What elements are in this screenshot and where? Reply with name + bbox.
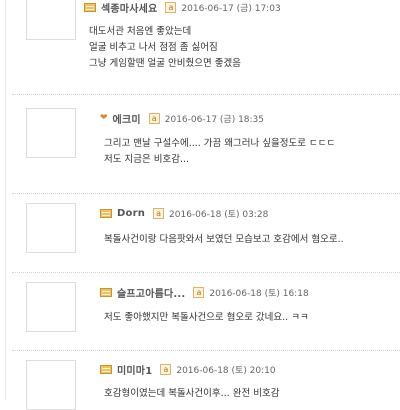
level-icon <box>100 208 112 218</box>
divider <box>12 193 400 194</box>
avatar[interactable] <box>26 0 76 40</box>
comment-text: 복돌사건이랑 다음팟와서 보였던 모습보고 호감에서 혐오로.. <box>104 234 344 245</box>
author-icon: a <box>165 1 177 13</box>
comment-meta: ❤ 에크미 a 2016-06-17 (금) 18:35 <box>100 111 265 126</box>
comment-meta: 슬프고아름다... a 2016-06-18 (토) 16:18 <box>100 285 309 300</box>
thread-line <box>0 0 12 400</box>
author-icon: a <box>153 207 165 219</box>
divider <box>12 272 400 273</box>
comment-date: 2016-06-17 (금) 17:03 <box>181 3 281 14</box>
author-icon: a <box>193 286 205 298</box>
level-icon <box>100 364 112 374</box>
nickname[interactable]: 미미마1 <box>117 362 152 377</box>
comment-text: 그리고 맨날 구설수에.... 가끔 왜그러나 싶을정도로 ㄷㄷㄷ 저도 지금은… <box>104 138 336 165</box>
level-icon <box>100 287 112 297</box>
divider <box>12 94 400 95</box>
comment-date: 2016-06-18 (토) 03:28 <box>169 209 269 220</box>
comment-meta: 미미마1 a 2016-06-18 (토) 20:10 <box>100 362 276 377</box>
divider <box>12 350 400 351</box>
comment-text: 저도 좋아했지만 복돌사건으로 혐오로 갔네요.. ㅋㅋ <box>104 312 309 323</box>
nickname[interactable]: Dorn <box>117 208 145 219</box>
comment-meta: 섹종마사세요 a 2016-06-17 (금) 17:03 <box>84 0 281 15</box>
author-icon: a <box>160 363 172 375</box>
comment-meta: Dorn a 2016-06-18 (토) 03:28 <box>100 206 268 220</box>
comment-date: 2016-06-18 (토) 16:18 <box>209 288 309 299</box>
comment-date: 2016-06-18 (토) 20:10 <box>176 365 276 376</box>
comment-text: 대도서관 처음엔 좋았는데 얼굴 비추고 나서 점점 좀 싫어짐 그냥 게임할땐… <box>89 26 241 69</box>
avatar[interactable] <box>26 360 76 410</box>
heart-level-icon: ❤ <box>100 112 108 123</box>
nickname[interactable]: 에크미 <box>113 111 141 126</box>
author-icon: a <box>148 112 160 124</box>
avatar[interactable] <box>26 282 76 332</box>
avatar[interactable] <box>26 108 76 158</box>
nickname[interactable]: 슬프고아름다... <box>117 285 185 300</box>
level-icon <box>84 2 96 12</box>
nickname[interactable]: 섹종마사세요 <box>101 0 157 15</box>
avatar[interactable] <box>26 203 76 253</box>
comment-date: 2016-06-17 (금) 18:35 <box>164 114 265 125</box>
